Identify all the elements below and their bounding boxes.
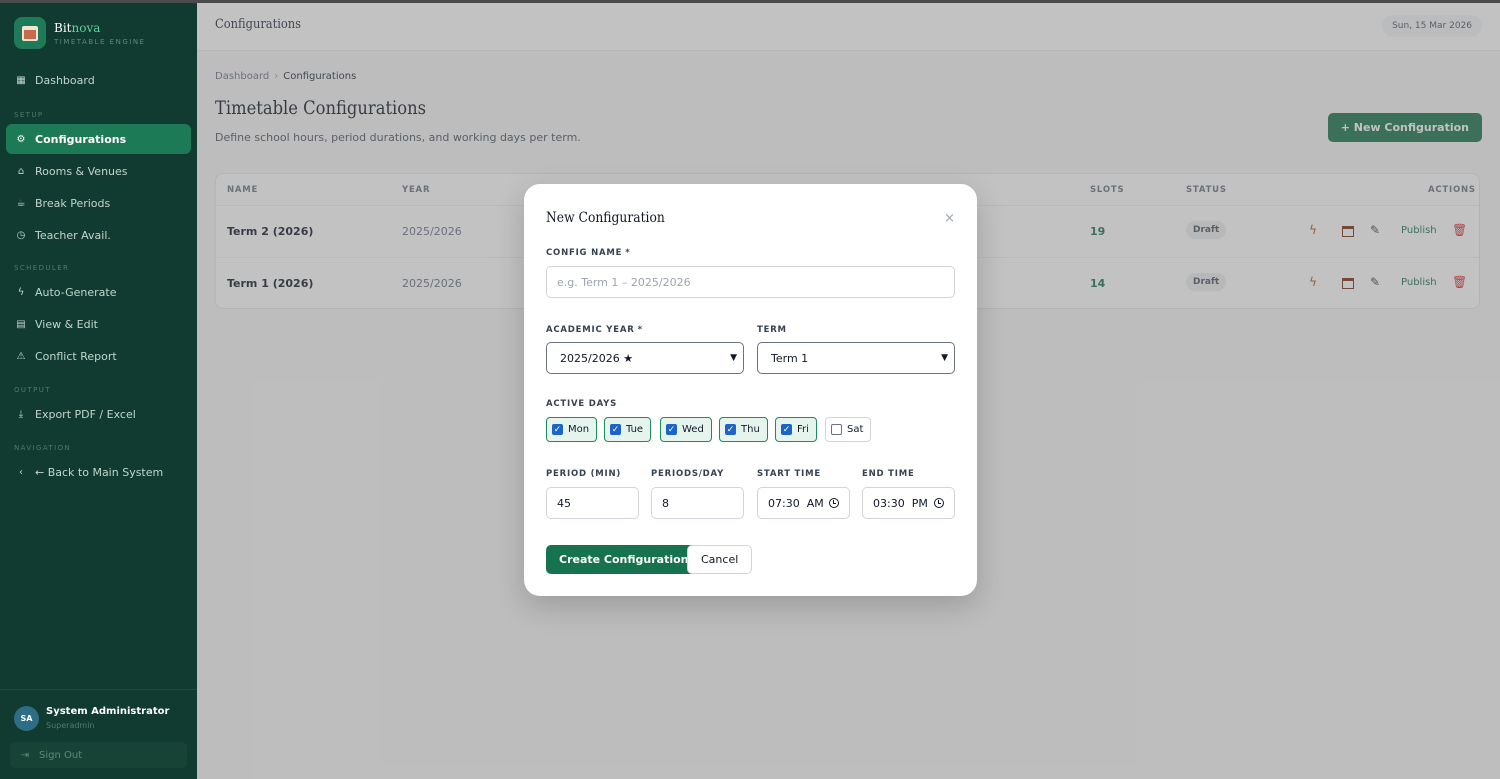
sidebar-item-export[interactable]: ⤓ Export PDF / Excel: [6, 399, 191, 429]
sign-out-button[interactable]: ⇥ Sign Out: [10, 742, 187, 768]
start-time-label: START TIME: [757, 469, 821, 479]
chevron-down-icon: ▼: [941, 353, 948, 363]
new-configuration-modal: New Configuration × CONFIG NAME * e.g. Te…: [524, 184, 977, 596]
day-toggle-fri[interactable]: ✓ Fri: [775, 417, 817, 442]
checkbox-checked-icon: ✓: [725, 424, 736, 435]
day-toggle-mon[interactable]: ✓ Mon: [546, 417, 598, 442]
config-name-label: CONFIG NAME *: [546, 248, 631, 258]
nav-section-setup: SETUP: [14, 111, 44, 119]
sidebar-item-rooms[interactable]: ⌂ Rooms & Venues: [6, 156, 191, 186]
config-name-input[interactable]: e.g. Term 1 – 2025/2026: [546, 266, 955, 298]
lightning-icon: ϟ: [17, 286, 25, 298]
window-top-border: [0, 0, 1500, 3]
clock-icon: ◷: [16, 229, 26, 241]
sidebar-item-conflict[interactable]: ⚠ Conflict Report: [6, 341, 191, 371]
sidebar: Bitnova TIMETABLE ENGINE ▦ Dashboard SETU…: [0, 3, 197, 779]
academic-year-select[interactable]: 2025/2026 ★ ▼: [546, 342, 744, 374]
day-toggle-thu[interactable]: ✓ Thu: [719, 417, 768, 442]
calendar-logo-icon: [14, 17, 46, 49]
term-label: TERM: [757, 325, 787, 335]
periods-day-input[interactable]: 8: [651, 487, 744, 519]
academic-year-label: ACADEMIC YEAR *: [546, 325, 643, 335]
checkbox-checked-icon: ✓: [610, 424, 621, 435]
warning-icon: ⚠: [16, 350, 26, 362]
nav-section-navigation: NAVIGATION: [14, 444, 72, 452]
grid-icon: ▦: [16, 74, 26, 86]
gear-icon: ⚙: [16, 133, 26, 145]
close-icon[interactable]: ×: [944, 211, 955, 226]
period-label: PERIOD (MIN): [546, 469, 622, 479]
chevron-left-icon: ‹: [19, 466, 23, 478]
modal-title: New Configuration: [546, 210, 665, 226]
day-toggle-tue[interactable]: ✓ Tue: [604, 417, 652, 442]
avatar: SA: [14, 706, 39, 731]
end-time-input[interactable]: 03:30 PM: [862, 487, 955, 519]
sidebar-item-configurations[interactable]: ⚙ Configurations: [6, 124, 191, 154]
brand-subtitle: TIMETABLE ENGINE: [54, 37, 146, 46]
checkbox-checked-icon: ✓: [552, 424, 563, 435]
day-toggle-wed[interactable]: ✓ Wed: [660, 417, 712, 442]
sidebar-item-dashboard[interactable]: ▦ Dashboard: [6, 65, 191, 95]
clock-icon[interactable]: [934, 498, 944, 508]
term-select[interactable]: Term 1 ▼: [757, 342, 955, 374]
sidebar-item-autogen[interactable]: ϟ Auto-Generate: [6, 277, 191, 307]
logout-icon: ⇥: [20, 749, 30, 761]
checkbox-checked-icon: ✓: [781, 424, 792, 435]
user-role: Superadmin: [46, 721, 95, 730]
active-days-label: ACTIVE DAYS: [546, 399, 618, 409]
table-icon: ▤: [16, 318, 26, 330]
coffee-icon: ☕: [16, 197, 26, 209]
nav-section-scheduler: SCHEDULER: [14, 264, 70, 272]
download-icon: ⤓: [18, 408, 24, 420]
user-name: System Administrator: [46, 706, 170, 717]
sidebar-item-view-edit[interactable]: ▤ View & Edit: [6, 309, 191, 339]
chevron-down-icon: ▼: [730, 353, 737, 363]
sidebar-item-back[interactable]: ‹ ← Back to Main System: [6, 457, 191, 487]
day-toggle-sat[interactable]: Sat: [825, 417, 872, 442]
sidebar-item-teacher[interactable]: ◷ Teacher Avail.: [6, 220, 191, 250]
end-time-label: END TIME: [862, 469, 915, 479]
cancel-button[interactable]: Cancel: [687, 545, 753, 574]
start-time-input[interactable]: 07:30 AM: [757, 487, 850, 519]
user-block: SA System Administrator Superadmin: [0, 689, 197, 731]
periods-day-label: PERIODS/DAY: [651, 469, 725, 479]
nav-section-output: OUTPUT: [14, 386, 51, 394]
checkbox-checked-icon: ✓: [666, 424, 677, 435]
brand-name: Bitnova: [54, 20, 101, 35]
period-input[interactable]: 45: [546, 487, 639, 519]
sidebar-item-breaks[interactable]: ☕ Break Periods: [6, 188, 191, 218]
clock-icon[interactable]: [829, 498, 839, 508]
brand[interactable]: Bitnova TIMETABLE ENGINE: [14, 17, 145, 49]
create-configuration-button[interactable]: Create Configuration: [546, 545, 702, 574]
home-icon: ⌂: [17, 165, 25, 177]
checkbox-unchecked-icon: [831, 424, 842, 435]
